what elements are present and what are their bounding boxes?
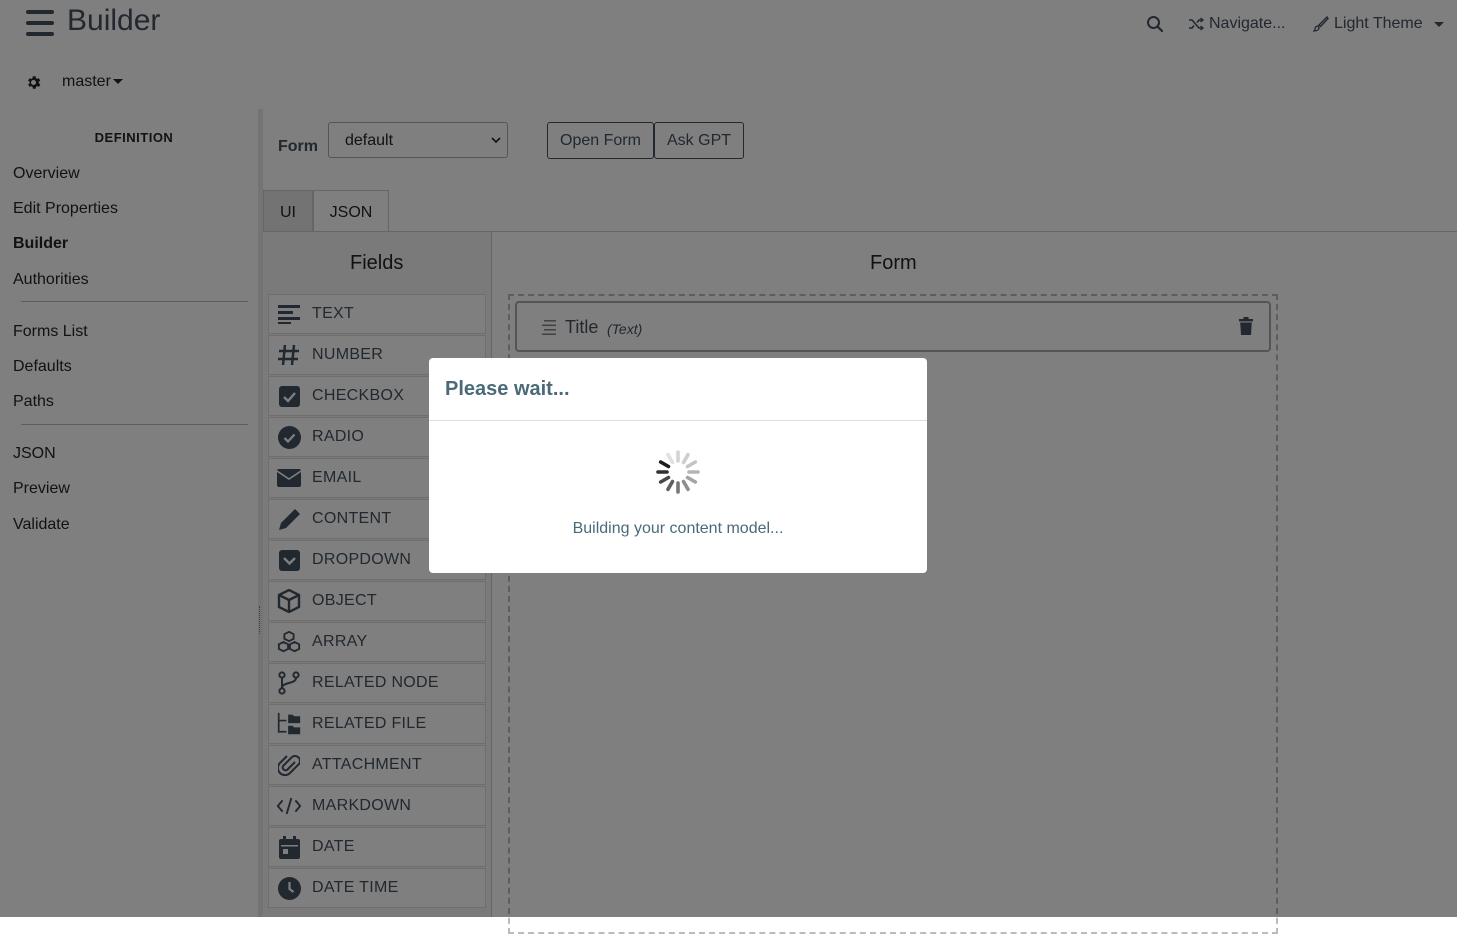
modal-message: Building your content model... [572, 520, 784, 537]
modal-title: Please wait... [445, 378, 570, 400]
loading-spinner-icon [656, 450, 700, 494]
loading-modal: Please wait... Building your content mod… [429, 358, 927, 573]
modal-divider [429, 420, 927, 421]
